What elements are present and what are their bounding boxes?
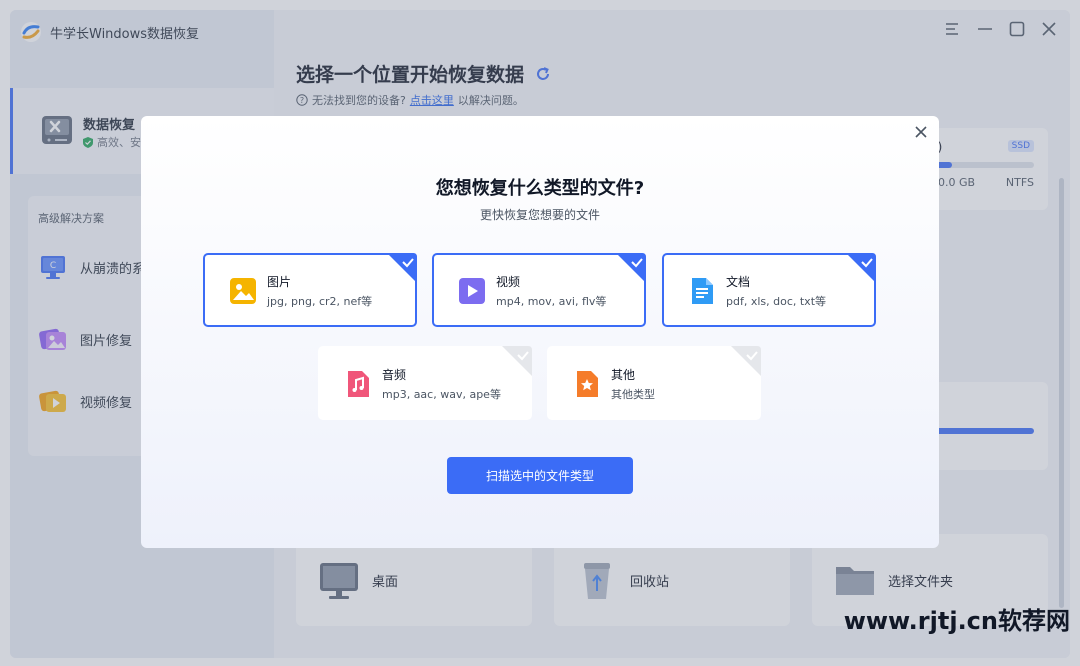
file-type-name: 图片: [267, 275, 292, 289]
file-type-name: 其他: [611, 368, 636, 382]
image-file-icon: [230, 278, 256, 304]
dialog-subtitle: 更快恢复您想要的文件: [479, 208, 600, 222]
file-type-other[interactable]: 其他 其他类型: [547, 346, 761, 420]
file-type-extensions: 其他类型: [611, 388, 655, 401]
file-type-extensions: jpg, png, cr2, nef等: [267, 295, 373, 308]
file-type-dialog: 您想恢复什么类型的文件? 更快恢复您想要的文件 图片 jpg, png, cr2…: [141, 116, 939, 548]
video-file-icon: [459, 278, 485, 304]
file-type-audio[interactable]: 音频 mp3, aac, wav, ape等: [318, 346, 532, 420]
file-type-name: 音频: [382, 368, 407, 382]
watermark-text: www.rjtj.cn软荐网: [843, 607, 1070, 635]
checkmark-icon: [731, 346, 761, 376]
checkmark-icon: [616, 253, 646, 283]
file-type-extensions: mp4, mov, avi, flv等: [496, 295, 607, 308]
document-file-icon: [692, 278, 713, 304]
scan-selected-types-button[interactable]: 扫描选中的文件类型: [447, 457, 633, 494]
checkmark-icon: [502, 346, 532, 376]
checkmark-icon: [387, 253, 417, 283]
file-type-name: 视频: [496, 275, 521, 289]
file-type-document[interactable]: 文档 pdf, xls, doc, txt等: [662, 253, 876, 327]
file-type-extensions: pdf, xls, doc, txt等: [726, 295, 827, 308]
dialog-title: 您想恢复什么类型的文件?: [435, 178, 645, 199]
file-type-extensions: mp3, aac, wav, ape等: [382, 388, 501, 401]
file-type-name: 文档: [726, 275, 751, 289]
audio-file-icon: [348, 371, 369, 397]
file-type-video[interactable]: 视频 mp4, mov, avi, flv等: [432, 253, 646, 327]
close-icon[interactable]: [913, 124, 929, 140]
file-type-photo[interactable]: 图片 jpg, png, cr2, nef等: [203, 253, 417, 327]
other-file-icon: [577, 371, 598, 397]
checkmark-icon: [846, 253, 876, 283]
